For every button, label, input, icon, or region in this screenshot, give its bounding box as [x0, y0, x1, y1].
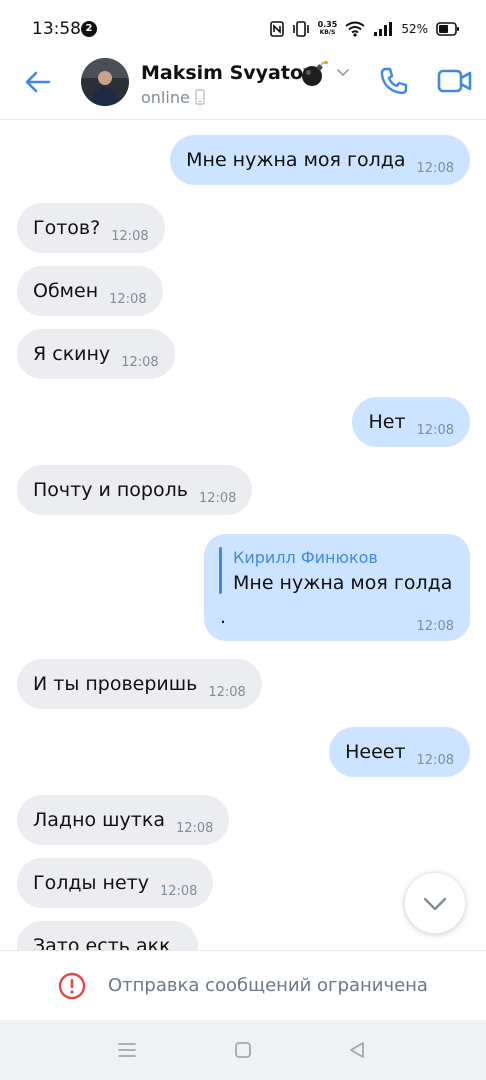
home-icon[interactable]	[233, 1040, 253, 1060]
message-text: Почту и пороль	[33, 479, 188, 501]
message-text: Готов?	[33, 217, 101, 239]
message-bubble[interactable]: Почту и пороль 12:08	[17, 465, 253, 515]
reply-quoted-text[interactable]: Мне нужна моя голда	[233, 572, 452, 594]
restriction-text: Отправка сообщений ограничена	[108, 975, 428, 996]
avatar[interactable]	[81, 58, 129, 106]
message-text: .	[220, 606, 227, 628]
notification-count-badge: 2	[81, 21, 97, 37]
message-time: 12:08	[416, 422, 454, 438]
message-bubble[interactable]: И ты проверишь 12:08	[17, 659, 262, 709]
recent-apps-icon[interactable]	[117, 1041, 137, 1059]
signal-icon	[374, 22, 393, 36]
message-text: Обмен	[33, 280, 99, 302]
message-bubble[interactable]: Нееет 12:08	[329, 727, 470, 777]
nfc-icon	[269, 21, 284, 37]
message-text: Голды нету	[33, 872, 149, 894]
chevron-down-icon[interactable]	[335, 64, 351, 80]
message-text: Нет	[368, 411, 406, 433]
back-arrow-icon[interactable]	[22, 66, 54, 98]
vibrate-icon	[292, 21, 309, 37]
message-bubble[interactable]: Ладно шутка 12:08	[17, 795, 230, 845]
message-bubble[interactable]: Нет 12:08	[352, 397, 470, 447]
message-time: 12:08	[109, 291, 147, 307]
scroll-to-bottom-button[interactable]	[404, 872, 466, 934]
message-text: Я скину	[33, 343, 111, 365]
message-time: 12:08	[111, 228, 149, 244]
network-speed-value: 0.35	[317, 20, 338, 29]
reply-message-bubble[interactable]: Кирилл Финюков Мне нужна моя голда . 12:…	[204, 534, 470, 641]
status-icons: 0.35 KB/S 52%	[269, 18, 460, 40]
phone-call-icon[interactable]	[378, 65, 410, 97]
message-time: 12:08	[416, 752, 454, 768]
message-bubble[interactable]: Готов? 12:08	[17, 203, 165, 253]
message-text: Ладно шутка	[33, 809, 165, 831]
message-bubble[interactable]: Зато есть акк	[17, 921, 198, 950]
chat-header: Maksim Svyatov online	[0, 58, 486, 120]
wifi-icon	[345, 21, 365, 37]
mobile-phone-icon	[195, 89, 205, 105]
status-bar: 13:58 2 0.35 KB/S 52%	[0, 0, 486, 58]
battery-icon	[436, 22, 459, 36]
battery-percent: 52%	[401, 22, 428, 36]
message-bubble[interactable]: Мне нужна моя голда 12:08	[170, 135, 470, 185]
chevron-down-icon	[423, 897, 447, 911]
message-list[interactable]: Мне нужна моя голда 12:08 Готов? 12:08 О…	[0, 121, 486, 950]
message-time: 12:08	[159, 883, 198, 899]
message-time: 12:08	[121, 354, 159, 370]
message-bubble[interactable]: Обмен 12:08	[17, 266, 163, 316]
status-time: 13:58	[32, 19, 81, 39]
message-time: 12:08	[416, 619, 454, 634]
alert-circle-icon	[58, 972, 86, 1000]
reply-quote-bar	[219, 547, 222, 594]
message-text: Зато есть акк	[33, 935, 171, 950]
nav-back-icon[interactable]	[347, 1040, 367, 1060]
message-text: И ты проверишь	[33, 673, 198, 695]
message-bubble[interactable]: Я скину 12:08	[17, 329, 175, 379]
contact-name[interactable]: Maksim Svyatov	[141, 62, 315, 84]
bomb-icon	[302, 60, 328, 86]
network-speed: 0.35 KB/S	[318, 21, 338, 37]
video-call-icon[interactable]	[437, 65, 473, 97]
message-time: 12:08	[198, 490, 237, 506]
system-navigation-bar	[0, 1020, 486, 1080]
contact-status: online	[141, 88, 190, 107]
reply-author[interactable]: Кирилл Финюков	[233, 548, 378, 567]
network-speed-unit: KB/S	[319, 29, 336, 36]
message-bubble[interactable]: Голды нету 12:08	[17, 858, 214, 908]
message-time: 12:08	[175, 820, 214, 836]
message-time: 12:08	[416, 160, 454, 176]
message-text: Нееет	[345, 741, 406, 763]
messaging-restricted-bar: Отправка сообщений ограничена	[0, 950, 486, 1020]
message-text: Мне нужна моя голда	[186, 149, 406, 171]
message-time: 12:08	[208, 684, 246, 700]
